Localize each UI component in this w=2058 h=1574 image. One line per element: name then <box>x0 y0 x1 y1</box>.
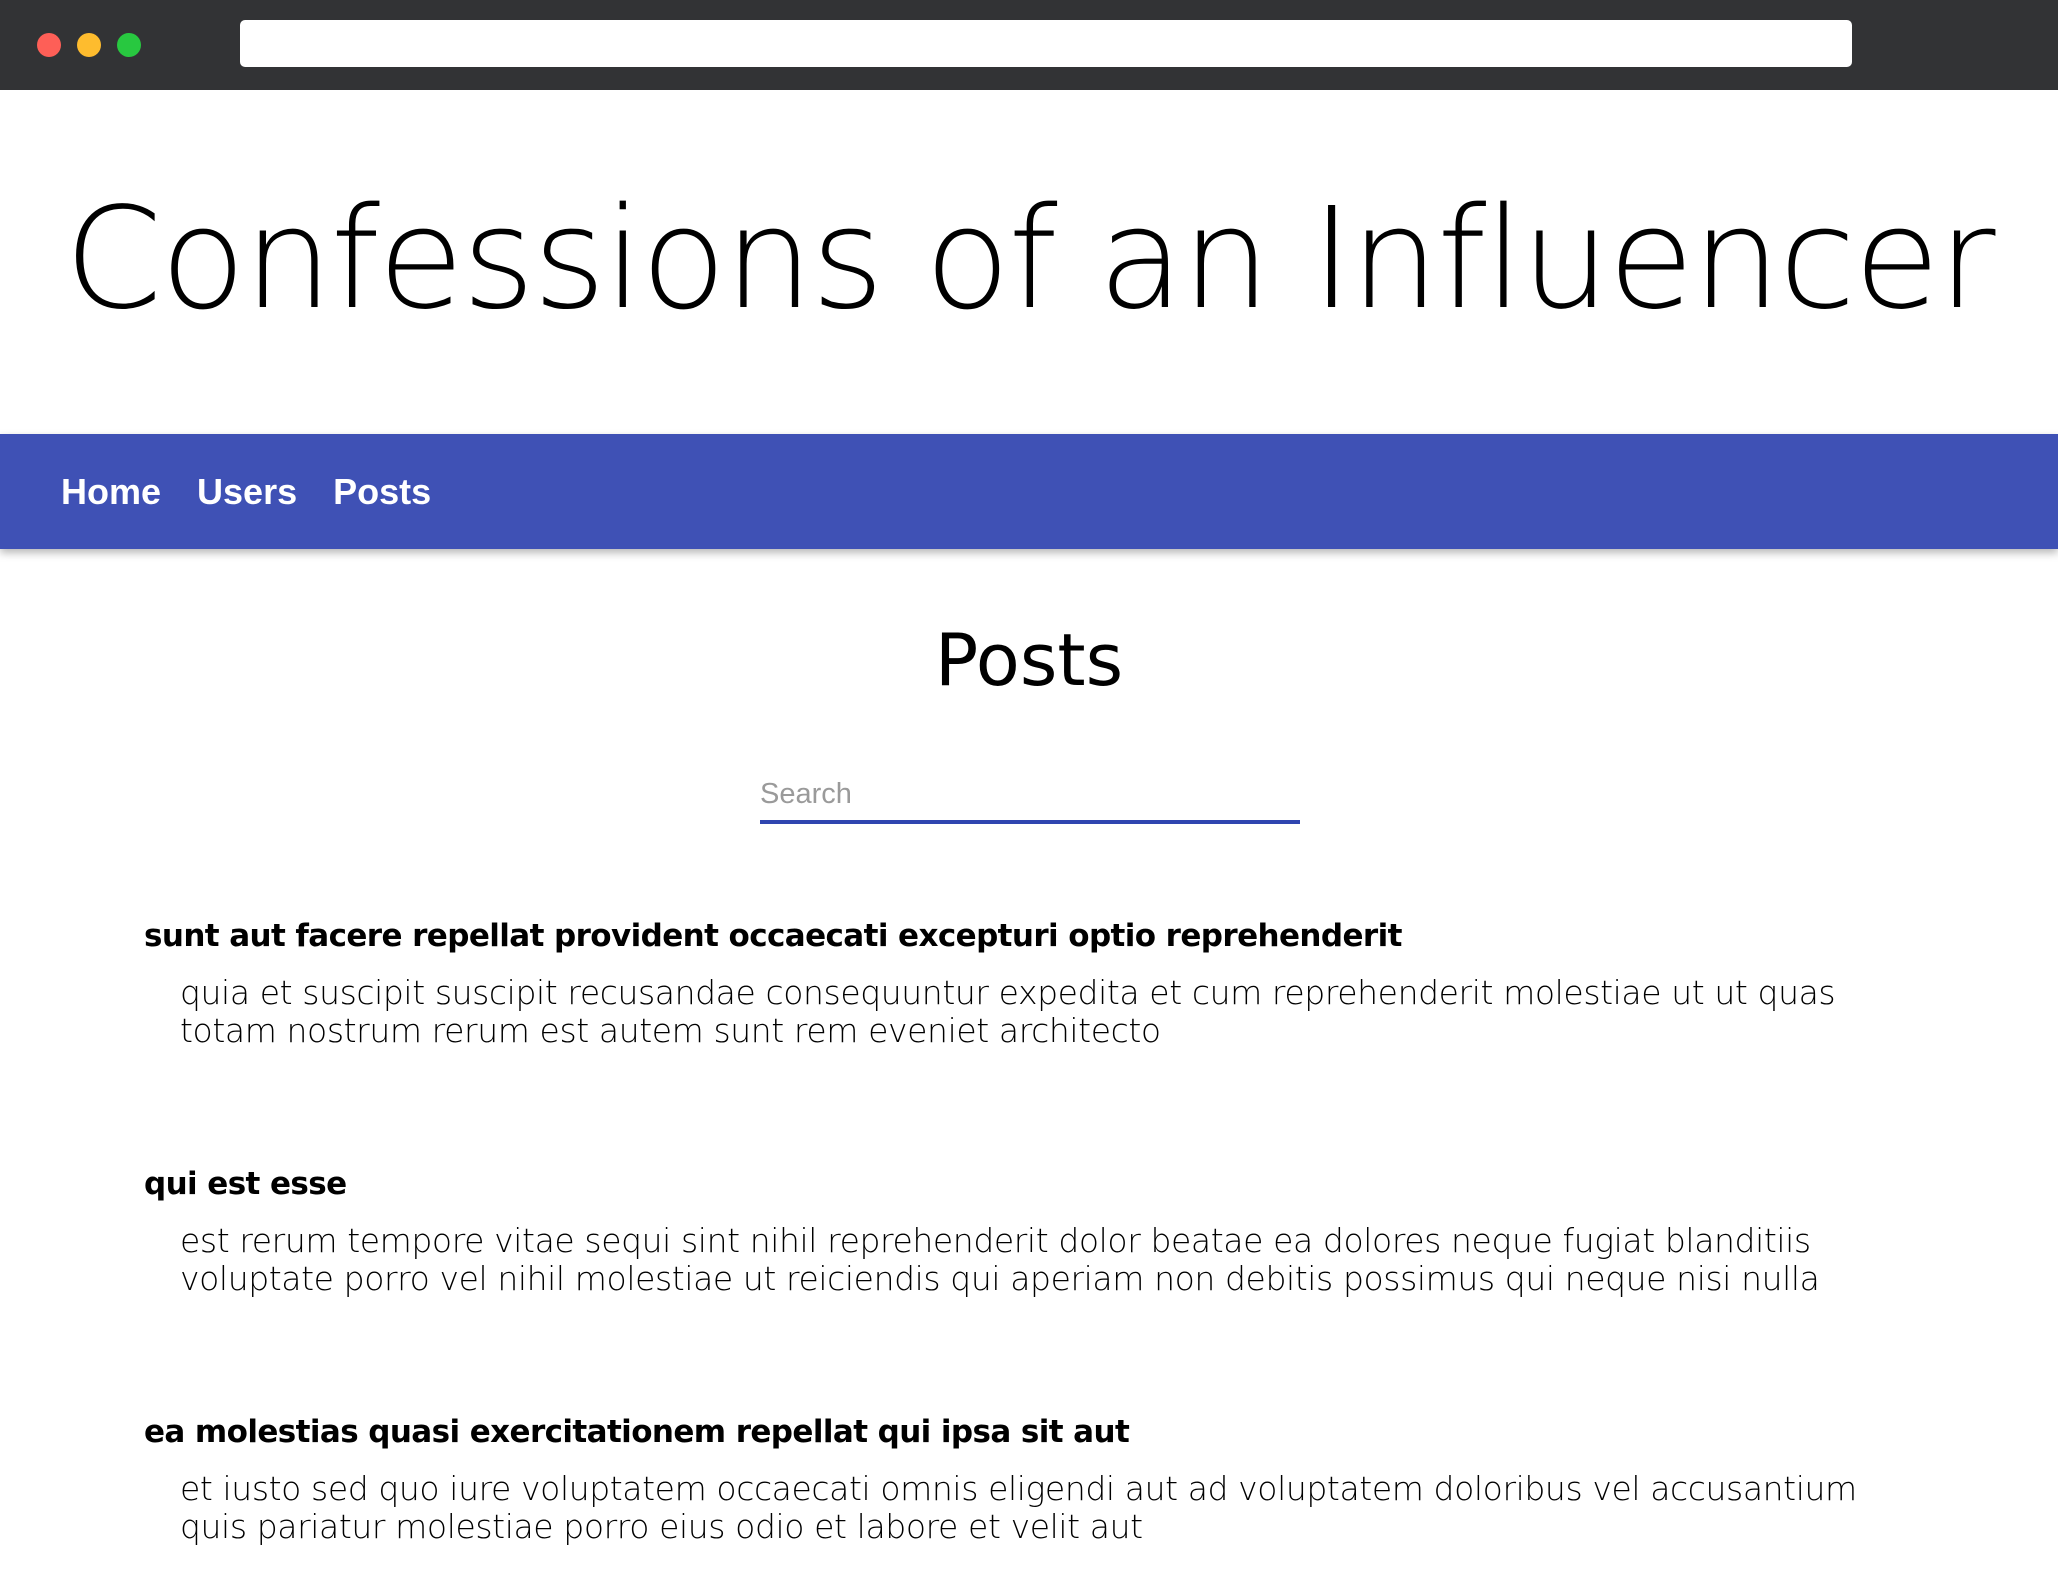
page-heading: Posts <box>934 618 1124 702</box>
search-field <box>760 768 1300 824</box>
post-list: sunt aut facere repellat provident occae… <box>144 900 1944 1574</box>
site-title: Confessions of an Influencer <box>64 178 1995 341</box>
post-title[interactable]: sunt aut facere repellat provident occae… <box>144 900 1944 972</box>
nav-link-users[interactable]: Users <box>197 471 297 513</box>
nav-link-posts[interactable]: Posts <box>333 471 431 513</box>
post-body: quia et suscipit suscipit recusandae con… <box>180 973 1836 1050</box>
minimize-window-button[interactable] <box>77 33 101 57</box>
search-underline <box>760 820 1300 824</box>
post-item: ea molestias quasi exercitationem repell… <box>144 1396 1944 1574</box>
close-window-button[interactable] <box>37 33 61 57</box>
post-body: est rerum tempore vitae sequi sint nihil… <box>180 1221 1820 1298</box>
post-item: qui est esse est rerum tempore vitae seq… <box>144 1148 1944 1396</box>
post-title[interactable]: ea molestias quasi exercitationem repell… <box>144 1396 1944 1468</box>
browser-toolbar <box>0 0 2058 90</box>
zoom-window-button[interactable] <box>117 33 141 57</box>
nav-link-home[interactable]: Home <box>61 471 161 513</box>
main-navbar: Home Users Posts <box>0 434 2058 549</box>
post-item: sunt aut facere repellat provident occae… <box>144 900 1944 1148</box>
post-body: et iusto sed quo iure voluptatem occaeca… <box>180 1469 1857 1546</box>
post-title[interactable]: qui est esse <box>144 1148 1944 1220</box>
search-input[interactable] <box>760 768 1300 820</box>
browser-window: Confessions of an Influencer Home Users … <box>0 0 2058 1574</box>
address-bar[interactable] <box>240 20 1852 67</box>
